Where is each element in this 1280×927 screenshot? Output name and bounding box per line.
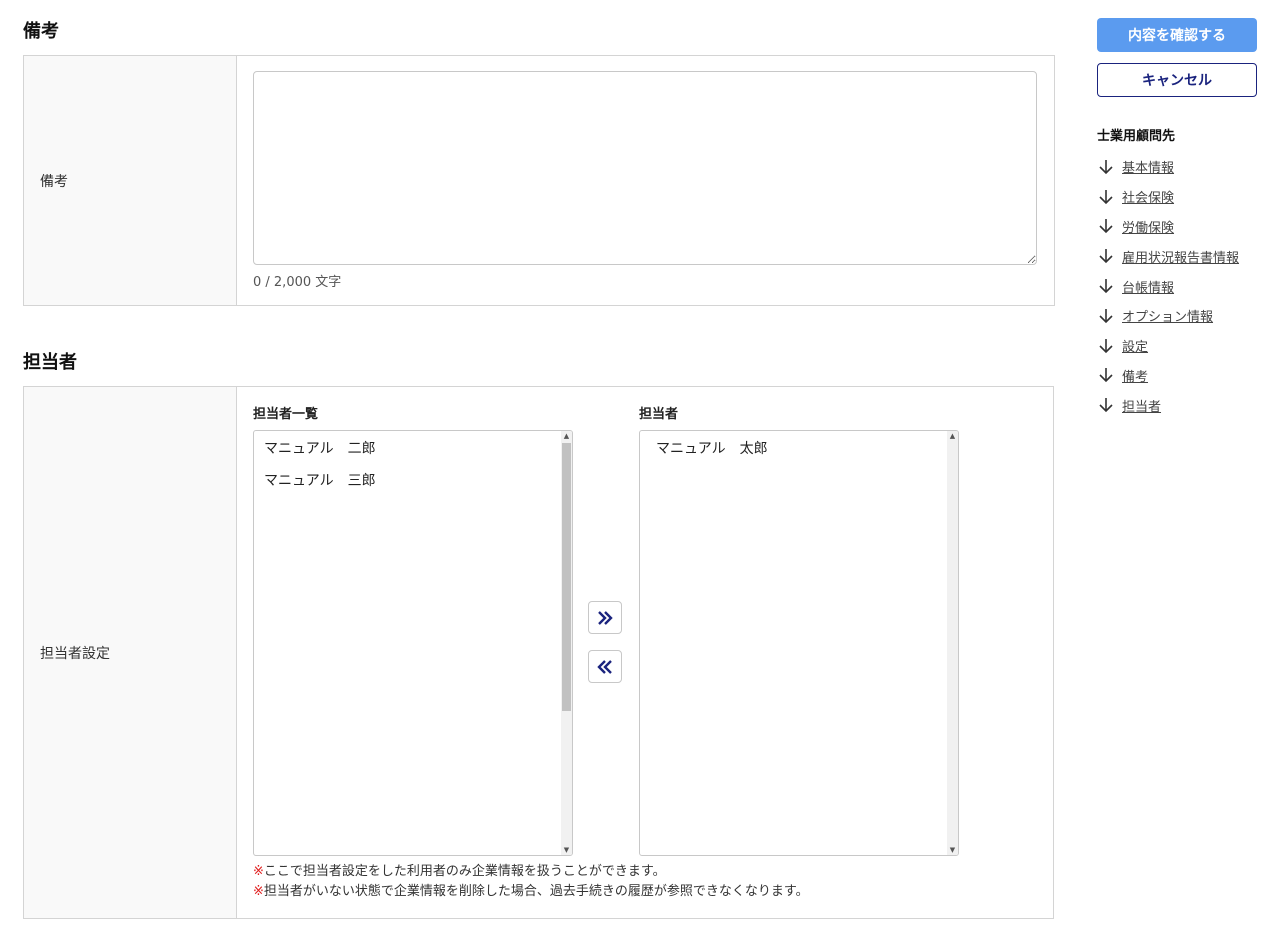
note-mark: ※ <box>253 884 264 899</box>
nav-item-remarks[interactable]: 備考 <box>1097 361 1239 391</box>
arrow-down-icon <box>1099 219 1113 234</box>
available-scrollbar[interactable]: ▲ ▼ <box>561 431 572 855</box>
nav-link[interactable]: 社会保険 <box>1122 187 1174 206</box>
list-item[interactable]: マニュアル 太郎 <box>640 433 958 465</box>
remove-assignee-button[interactable] <box>588 650 622 683</box>
staff-label: 担当者設定 <box>24 387 237 918</box>
arrow-down-icon <box>1099 279 1113 294</box>
arrow-down-icon <box>1099 159 1113 175</box>
arrow-down-icon <box>1099 189 1113 204</box>
nav-item-employment-report[interactable]: 雇用状況報告書情報 <box>1097 241 1239 271</box>
nav-link[interactable]: オプション情報 <box>1122 306 1213 325</box>
nav-item-option-info[interactable]: オプション情報 <box>1097 301 1239 331</box>
scroll-thumb[interactable] <box>562 443 571 711</box>
nav-link[interactable]: 台帳情報 <box>1122 277 1174 296</box>
cancel-button[interactable]: キャンセル <box>1097 63 1257 97</box>
arrow-down-icon <box>1099 398 1113 413</box>
double-chevron-left-icon <box>597 659 612 674</box>
remarks-label: 備考 <box>24 56 237 305</box>
arrow-down-icon <box>1099 338 1113 353</box>
double-chevron-right-icon <box>598 610 613 625</box>
note-line: ※ここで担当者設定をした利用者のみ企業情報を扱うことができます。 <box>253 862 809 882</box>
remarks-section-title: 備考 <box>23 21 59 42</box>
scroll-down-icon[interactable]: ▼ <box>561 845 572 855</box>
section-nav: 基本情報 社会保険 労働保険 雇用状況報告書情報 台帳情報 オプション情報 設定… <box>1097 152 1239 420</box>
note-mark: ※ <box>253 864 264 879</box>
note-line: ※担当者がいない状態で企業情報を削除した場合、過去手続きの履歴が参照できなくなり… <box>253 882 809 902</box>
nav-item-basic-info[interactable]: 基本情報 <box>1097 152 1239 182</box>
assigned-listbox[interactable]: マニュアル 太郎 ▲ ▼ <box>639 430 959 856</box>
staff-content: 担当者一覧 マニュアル 二郎 マニュアル 三郎 ▲ ▼ 担当者 マニュアル 太郎… <box>237 387 1053 918</box>
nav-link[interactable]: 担当者 <box>1122 396 1161 415</box>
nav-link[interactable]: 基本情報 <box>1122 157 1174 176</box>
note-text: ここで担当者設定をした利用者のみ企業情報を扱うことができます。 <box>263 864 666 879</box>
add-assignee-button[interactable] <box>588 601 622 634</box>
assigned-scrollbar[interactable]: ▲ ▼ <box>947 431 958 855</box>
available-list-title: 担当者一覧 <box>253 407 319 422</box>
assigned-list-title: 担当者 <box>639 407 679 422</box>
nav-link[interactable]: 設定 <box>1122 336 1148 355</box>
nav-item-labor-insurance[interactable]: 労働保険 <box>1097 212 1239 242</box>
nav-item-social-insurance[interactable]: 社会保険 <box>1097 182 1239 212</box>
arrow-down-icon <box>1099 368 1113 383</box>
nav-item-staff[interactable]: 担当者 <box>1097 390 1239 420</box>
remarks-textarea[interactable] <box>253 71 1037 265</box>
available-listbox[interactable]: マニュアル 二郎 マニュアル 三郎 ▲ ▼ <box>253 430 573 856</box>
remarks-box: 備考 0 / 2,000 文字 <box>23 55 1055 306</box>
nav-title: 士業用顧問先 <box>1097 129 1176 144</box>
nav-link[interactable]: 雇用状況報告書情報 <box>1122 247 1239 266</box>
remarks-char-counter: 0 / 2,000 文字 <box>253 275 342 290</box>
arrow-down-icon <box>1099 308 1113 324</box>
remarks-content: 0 / 2,000 文字 <box>237 56 1054 305</box>
list-item[interactable]: マニュアル 二郎 <box>254 433 572 465</box>
staff-section-title: 担当者 <box>23 352 77 373</box>
scroll-down-icon[interactable]: ▼ <box>947 845 958 855</box>
staff-notes: ※ここで担当者設定をした利用者のみ企業情報を扱うことができます。 ※担当者がいな… <box>253 862 809 902</box>
nav-item-settings[interactable]: 設定 <box>1097 331 1239 361</box>
confirm-button[interactable]: 内容を確認する <box>1097 18 1257 52</box>
list-item[interactable]: マニュアル 三郎 <box>254 465 572 497</box>
scroll-up-icon[interactable]: ▲ <box>561 431 572 441</box>
scroll-up-icon[interactable]: ▲ <box>947 431 958 441</box>
nav-link[interactable]: 備考 <box>1122 366 1148 385</box>
arrow-down-icon <box>1099 249 1113 264</box>
nav-link[interactable]: 労働保険 <box>1122 217 1174 236</box>
staff-box: 担当者設定 担当者一覧 マニュアル 二郎 マニュアル 三郎 ▲ ▼ 担当者 マニ… <box>23 386 1054 919</box>
note-text: 担当者がいない状態で企業情報を削除した場合、過去手続きの履歴が参照できなくなりま… <box>263 884 809 899</box>
nav-item-ledger-info[interactable]: 台帳情報 <box>1097 271 1239 301</box>
